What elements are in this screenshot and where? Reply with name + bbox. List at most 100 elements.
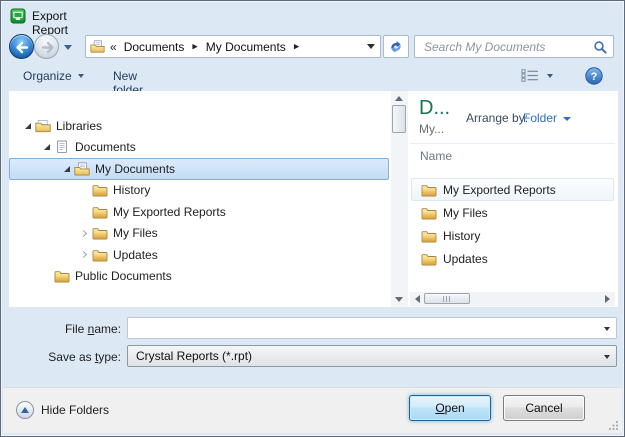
chevron-up-icon [16, 401, 34, 419]
breadcrumb-separator-icon[interactable]: ▶ [294, 42, 299, 50]
refresh-button[interactable] [383, 35, 409, 58]
chevron-down-icon [563, 117, 571, 121]
search-box[interactable] [414, 35, 614, 58]
change-view-button[interactable] [521, 69, 553, 82]
recent-pages-dropdown-icon[interactable] [64, 45, 72, 50]
file-list: My Exported Reports My Files History Upd… [411, 178, 614, 270]
back-button[interactable] [9, 34, 34, 59]
svg-text:?: ? [591, 71, 598, 83]
arrange-by-label: Arrange by: [466, 111, 528, 125]
list-item-my-exported-reports[interactable]: My Exported Reports [411, 178, 614, 201]
libraries-icon [35, 119, 51, 133]
tree-item-updates[interactable]: Updates [9, 244, 391, 266]
file-name-label: File name: [3, 322, 121, 336]
file-name-input[interactable] [133, 320, 596, 336]
chevron-down-icon[interactable] [604, 327, 610, 331]
browser-panes: Libraries Documents My Documents History [9, 91, 618, 307]
scrollbar-thumb[interactable] [424, 293, 470, 304]
expander-closed-icon[interactable] [78, 231, 91, 236]
breadcrumb-item-documents[interactable]: Documents [124, 40, 185, 54]
tree-item-label: History [113, 183, 150, 197]
tree-item-documents[interactable]: Documents [9, 137, 391, 159]
header-separator [410, 143, 615, 144]
arrange-by-dropdown[interactable]: Folder [523, 111, 571, 125]
hide-folders-button[interactable]: Hide Folders [16, 401, 109, 419]
breadcrumb-item-my-documents[interactable]: My Documents [206, 40, 286, 54]
scroll-down-icon[interactable] [395, 297, 403, 302]
list-item-label: My Files [443, 206, 488, 220]
tree-item-libraries[interactable]: Libraries [9, 115, 391, 137]
cancel-label: Cancel [525, 401, 562, 415]
organize-button[interactable]: Organize [23, 69, 84, 83]
breadcrumb-folder-icon [90, 40, 105, 53]
list-item-my-files[interactable]: My Files [411, 201, 614, 224]
scrollbar-thumb[interactable] [392, 105, 406, 133]
breadcrumb-separator-icon[interactable]: ▶ [192, 42, 197, 50]
search-input[interactable] [422, 38, 590, 55]
open-button[interactable]: Open [409, 395, 491, 421]
back-arrow-icon [10, 35, 35, 60]
folder-icon [421, 183, 437, 197]
folder-icon [92, 226, 108, 240]
breadcrumb-overflow-chevron[interactable]: « [110, 40, 117, 54]
scroll-left-icon[interactable] [415, 295, 420, 303]
list-item-label: History [443, 229, 480, 243]
list-item-label: My Exported Reports [443, 183, 556, 197]
address-bar[interactable]: « Documents ▶ My Documents ▶ [85, 35, 381, 58]
folder-icon [54, 269, 70, 283]
chevron-down-icon [367, 44, 375, 49]
tree-item-label: My Exported Reports [113, 205, 226, 219]
chevron-down-icon [547, 74, 553, 78]
tree-item-label: My Files [113, 226, 158, 240]
chevron-down-icon [78, 74, 84, 78]
tree-item-my-exported-reports[interactable]: My Exported Reports [9, 201, 391, 223]
refresh-icon [388, 39, 404, 55]
folder-icon [92, 183, 108, 197]
tree-item-my-files[interactable]: My Files [9, 223, 391, 245]
question-mark-icon: ? [585, 67, 603, 85]
forward-arrow-icon [35, 35, 60, 60]
window-title: Export Report [32, 9, 68, 37]
folder-icon [92, 248, 108, 262]
expander-closed-icon[interactable] [78, 252, 91, 257]
library-header-title: D... [419, 97, 450, 120]
list-item-updates[interactable]: Updates [411, 247, 614, 270]
folder-tree: Libraries Documents My Documents History [9, 91, 391, 307]
column-header-name[interactable]: Name [420, 149, 452, 163]
list-item-history[interactable]: History [411, 224, 614, 247]
file-name-combo[interactable] [127, 317, 617, 339]
folder-icon [421, 229, 437, 243]
document-library-icon [54, 140, 70, 154]
cancel-button[interactable]: Cancel [503, 395, 585, 421]
resize-grip[interactable] [608, 420, 619, 431]
tree-item-my-documents[interactable]: My Documents [9, 158, 389, 180]
file-list-pane: D... My... Arrange by: Folder Name My Ex… [408, 91, 618, 307]
tree-item-label: Documents [75, 140, 136, 154]
chevron-down-icon[interactable] [604, 355, 610, 359]
forward-button[interactable] [34, 34, 59, 59]
expander-open-icon[interactable] [40, 144, 53, 150]
folder-icon [421, 206, 437, 220]
expander-open-icon[interactable] [21, 123, 34, 129]
scroll-right-icon[interactable] [605, 295, 610, 303]
list-item-label: Updates [443, 252, 488, 266]
expander-open-icon[interactable] [60, 166, 73, 172]
arrange-by-value: Folder [523, 111, 557, 125]
save-as-type-value: Crystal Reports (*.rpt) [136, 349, 252, 363]
hide-folders-label: Hide Folders [41, 403, 109, 417]
folder-icon [92, 205, 108, 219]
folder-documents-icon [74, 162, 90, 176]
address-dropdown-button[interactable] [362, 36, 380, 57]
scroll-up-icon[interactable] [395, 96, 403, 101]
tree-item-public-documents[interactable]: Public Documents [9, 266, 391, 288]
folder-icon [421, 252, 437, 266]
organize-label: Organize [23, 69, 72, 83]
magnifier-icon [593, 40, 608, 55]
save-as-type-label: Save as type: [3, 350, 121, 364]
save-as-type-combo[interactable]: Crystal Reports (*.rpt) [127, 345, 617, 367]
tree-item-history[interactable]: History [9, 180, 391, 202]
file-list-horizontal-scrollbar[interactable] [410, 292, 615, 306]
tree-vertical-scrollbar[interactable] [391, 91, 408, 307]
help-button[interactable]: ? [585, 67, 603, 85]
list-view-icon [521, 69, 541, 82]
